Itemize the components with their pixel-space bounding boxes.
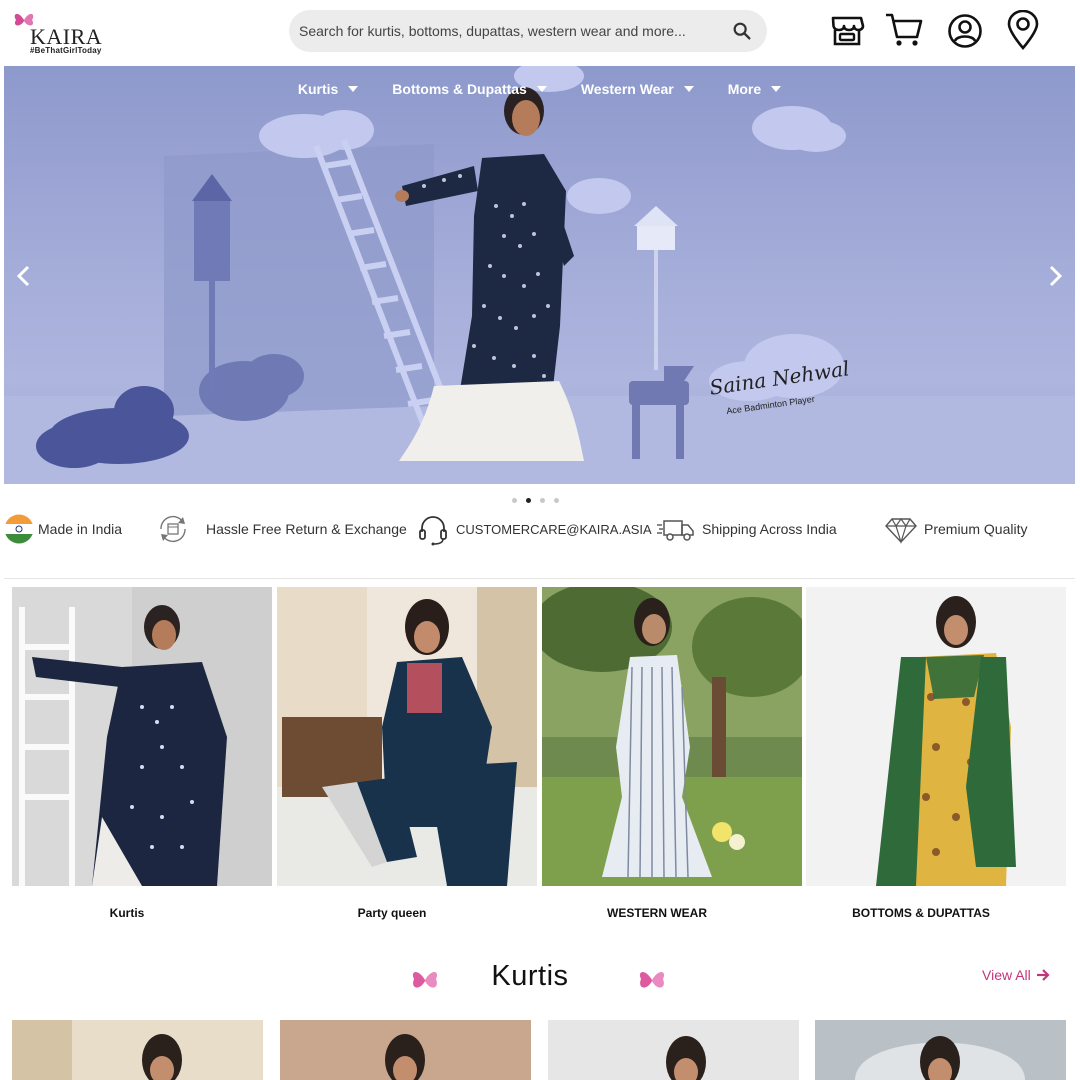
- chevron-right-icon[interactable]: [1043, 262, 1067, 290]
- hero-illustration: [4, 66, 1075, 484]
- feature-label: Shipping Across India: [702, 521, 837, 537]
- feature-label: CUSTOMERCARE@KAIRA.ASIA: [456, 521, 652, 537]
- slide-dot-1[interactable]: [512, 498, 517, 503]
- product-card[interactable]: [548, 1020, 799, 1080]
- category-label[interactable]: WESTERN WEAR: [527, 906, 787, 920]
- category-card-bottoms-dupattas[interactable]: [806, 587, 1066, 886]
- headset-icon: [419, 516, 447, 546]
- store-icon[interactable]: [827, 10, 867, 50]
- category-label[interactable]: Party queen: [262, 906, 522, 920]
- nav-item-kurtis[interactable]: Kurtis: [297, 66, 359, 112]
- view-all-label: View All: [982, 967, 1031, 983]
- category-card-party-queen[interactable]: [277, 587, 537, 886]
- caret-down-icon: [683, 86, 694, 92]
- slide-dot-2[interactable]: [526, 498, 531, 503]
- nav-item-bottoms-dupattas[interactable]: Bottoms & Dupattas: [392, 66, 547, 112]
- category-image: [542, 587, 802, 886]
- delivery-truck-icon: [657, 520, 694, 541]
- main-nav: Kurtis Bottoms & Dupattas Western Wear M…: [4, 66, 1075, 112]
- product-image: [12, 1020, 263, 1080]
- chevron-left-icon[interactable]: [12, 262, 36, 290]
- product-image: [548, 1020, 799, 1080]
- cart-icon[interactable]: [884, 10, 924, 50]
- category-card-kurtis[interactable]: [12, 587, 272, 886]
- feature-customer-care[interactable]: CUSTOMERCARE@KAIRA.ASIA: [416, 510, 652, 548]
- search-input[interactable]: [299, 23, 731, 39]
- view-all-link[interactable]: View All: [982, 967, 1050, 983]
- category-image: [806, 587, 1066, 886]
- nav-item-western-wear[interactable]: Western Wear: [581, 66, 694, 112]
- account-icon[interactable]: [945, 10, 985, 50]
- category-image: [12, 587, 272, 886]
- location-icon[interactable]: [1003, 10, 1043, 50]
- feature-label: Premium Quality: [924, 521, 1028, 537]
- butterfly-icon: [412, 971, 438, 988]
- caret-down-icon: [536, 86, 547, 92]
- slide-dot-4[interactable]: [554, 498, 559, 503]
- diamond-icon: [885, 517, 917, 544]
- section-title: Kurtis: [491, 960, 569, 992]
- nav-label: Kurtis: [297, 81, 339, 97]
- site-header: KAIRA #BeThatGirlToday: [0, 0, 1080, 66]
- search-icon[interactable]: [731, 20, 753, 42]
- search-bar: [289, 10, 767, 52]
- nav-label: More: [727, 81, 762, 97]
- slider-dots: [512, 498, 559, 503]
- features-strip: Made in India Hassle Free Return & Excha…: [0, 510, 1080, 550]
- kaira-logo[interactable]: KAIRA #BeThatGirlToday: [12, 8, 112, 55]
- product-card[interactable]: [12, 1020, 263, 1080]
- slide-dot-3[interactable]: [540, 498, 545, 503]
- hero-banner[interactable]: Kurtis Bottoms & Dupattas Western Wear M…: [4, 66, 1075, 484]
- brand-tagline: #BeThatGirlToday: [30, 46, 102, 55]
- product-card[interactable]: [280, 1020, 531, 1080]
- caret-down-icon: [771, 86, 782, 92]
- butterfly-icon: [639, 971, 665, 988]
- product-card[interactable]: [815, 1020, 1066, 1080]
- nav-item-more[interactable]: More: [727, 66, 782, 112]
- feature-return-exchange: Hassle Free Return & Exchange: [156, 510, 407, 548]
- category-label[interactable]: BOTTOMS & DUPATTAS: [791, 906, 1051, 920]
- feature-premium-quality: Premium Quality: [884, 510, 1027, 548]
- nav-label: Bottoms & Dupattas: [392, 81, 527, 97]
- arrow-right-icon: [1036, 969, 1050, 981]
- feature-shipping: Shipping Across India: [656, 510, 837, 548]
- feature-label: Made in India: [38, 521, 123, 537]
- feature-made-in-india: Made in India: [4, 510, 122, 548]
- nav-label: Western Wear: [580, 81, 674, 97]
- product-image: [815, 1020, 1066, 1080]
- return-exchange-icon: [160, 515, 186, 543]
- category-image: [277, 587, 537, 886]
- category-label[interactable]: Kurtis: [0, 906, 257, 920]
- feature-label: Hassle Free Return & Exchange: [206, 521, 407, 537]
- category-card-western-wear[interactable]: [542, 587, 802, 886]
- section-divider: [4, 578, 1075, 579]
- india-flag-icon: [4, 514, 34, 544]
- product-image: [280, 1020, 531, 1080]
- caret-down-icon: [348, 86, 359, 92]
